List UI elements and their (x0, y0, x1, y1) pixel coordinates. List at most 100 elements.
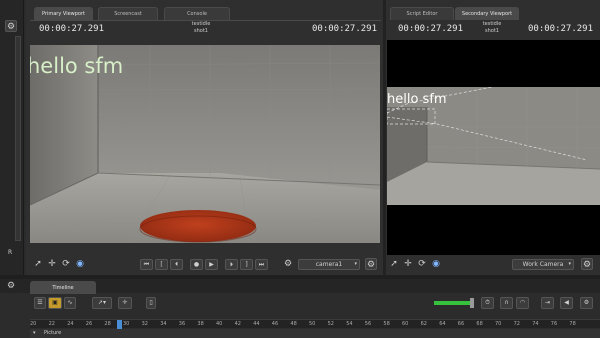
magnet-icon[interactable]: ∩ (500, 297, 513, 309)
tab-script-editor[interactable]: Script Editor (390, 7, 454, 20)
ruler-tick-label: 30 (123, 321, 130, 327)
secondary-options-icon[interactable]: ⚙ (581, 258, 593, 270)
ruler-tick-label: 52 (327, 321, 334, 327)
ruler-tick-label: 26 (85, 321, 93, 327)
timeline-panel: Timeline ⚙ ☰ ▣ ∿ ➚▾ ✛ ▯ ⏱ ∩ ◠ ⇥ ◀ ⚙ 20 22… (0, 279, 600, 338)
clip-editor-button[interactable]: ▣ (48, 297, 62, 309)
ruler-tick-label: 78 (569, 321, 576, 327)
primary-viewport-panel: Primary Viewport Screencast Console 00:0… (26, 0, 383, 275)
primary-session-name: testidle (191, 21, 211, 27)
move-tool-icon[interactable]: ✛ (402, 258, 414, 270)
collapse-icon[interactable]: ▾ (33, 330, 36, 336)
primary-shot-name: shot1 (194, 28, 208, 34)
track-view-button[interactable]: ☰ (34, 297, 46, 309)
gear-icon[interactable]: ⚙ (5, 20, 17, 32)
secondary-session-name: testidle (482, 21, 502, 27)
primary-camera-select[interactable]: camera1 ▾ (298, 259, 360, 270)
record-button[interactable]: ● (190, 259, 203, 270)
scale-tool-icon[interactable]: ◉ (430, 258, 442, 270)
select-mode-button[interactable]: ➚▾ (92, 297, 112, 309)
primary-viewport[interactable]: hello sfm (30, 45, 380, 243)
step-back-button[interactable]: ⏴ (170, 259, 183, 270)
ruler-tick-label: 56 (364, 321, 372, 327)
playhead-marker[interactable] (117, 320, 122, 329)
next-key-button[interactable]: ] (240, 259, 253, 270)
ruler-tick-label: 34 (160, 321, 167, 327)
select-tool-icon[interactable]: ➚ (32, 258, 44, 270)
secondary-overlay-text: hello sfm (387, 92, 447, 107)
ruler-tick-label: 66 (457, 321, 465, 327)
ruler-tick-label: 38 (197, 321, 204, 327)
primary-overlay-text: hello sfm (30, 54, 124, 78)
chevron-down-icon: ▾ (568, 261, 571, 267)
ruler-tick-label: 48 (290, 321, 297, 327)
ruler-tick-label: 60 (402, 321, 409, 327)
ruler-tick-label: 20 (30, 321, 37, 327)
secondary-camera-select[interactable]: Work Camera ▾ (512, 259, 574, 270)
move-tool-icon[interactable]: ✛ (46, 258, 58, 270)
timeline-ruler[interactable]: 20 22 24 26 28 30 32 34 36 38 40 42 44 46 48 50 52 54 56 58… (30, 319, 600, 329)
jump-start-button[interactable]: ⏮ (140, 259, 153, 270)
primary-camera-label: camera1 (315, 261, 343, 268)
ruler-tick-label: 68 (476, 321, 483, 327)
left-panel-scrollbar[interactable] (15, 36, 21, 241)
secondary-viewport[interactable]: hello sfm (387, 40, 600, 255)
left-panel: ⚙ R (0, 0, 24, 275)
rotate-tool-icon[interactable]: ⟳ (60, 258, 72, 270)
ruler-tick-label: 74 (532, 321, 539, 327)
primary-timecode-left: 00:00:27.291 (39, 24, 105, 34)
snap-button[interactable]: ⏱ (481, 297, 494, 309)
step-forward-button[interactable]: ⏵ (225, 259, 238, 270)
secondary-camera-label: Work Camera (522, 261, 564, 268)
graph-editor-button[interactable]: ∿ (64, 297, 76, 309)
ruler-tick-label: 32 (141, 321, 148, 327)
ruler-tick-label: 76 (550, 321, 558, 327)
ruler-tick-label: 22 (48, 321, 55, 327)
play-button[interactable]: ▶ (205, 259, 218, 270)
track-row[interactable]: ▾ Picture (30, 329, 600, 338)
track-label: Picture (44, 330, 62, 336)
ruler-ticks: 20 22 24 26 28 30 32 34 36 38 40 42 44 46 48 50 52 54 56 58… (30, 320, 600, 329)
ruler-tick-label: 64 (439, 321, 446, 327)
scale-tool-icon[interactable]: ◉ (74, 258, 86, 270)
ruler-tick-label: 42 (234, 321, 241, 327)
tab-timeline[interactable]: Timeline (30, 281, 96, 294)
primary-timecode-right: 00:00:27.291 (312, 24, 378, 34)
primary-options-icon[interactable]: ⚙ (365, 258, 377, 270)
select-tool-icon[interactable]: ➚ (388, 258, 400, 270)
tab-screencast[interactable]: Screencast (98, 7, 158, 20)
chevron-down-icon: ▾ (354, 261, 357, 267)
prev-key-button[interactable]: [ (155, 259, 168, 270)
primary-controls-bar: ➚ ✛ ⟳ ◉ ⏮ [ ⏴ ● ▶ ⏵ ] ⏭ ⚙ camera1 ▾ ⚙ (30, 255, 381, 274)
ruler-tick-label: 46 (271, 321, 279, 327)
volume-handle[interactable] (470, 298, 474, 308)
volume-slider[interactable] (434, 298, 474, 308)
left-panel-letter: R (8, 249, 13, 256)
secondary-viewport-panel: Script Editor Secondary Viewport 00:00:2… (386, 0, 600, 275)
ruler-tick-label: 58 (383, 321, 390, 327)
ruler-tick-label: 54 (346, 321, 353, 327)
ruler-tick-label: 24 (67, 321, 74, 327)
volume-fill (434, 301, 470, 305)
secondary-timecode-left: 00:00:27.291 (398, 24, 464, 34)
timeline-options-icon[interactable]: ⚙ (580, 297, 593, 309)
speaker-icon[interactable]: ◀ (560, 297, 573, 309)
tab-primary-viewport[interactable]: Primary Viewport (34, 7, 93, 20)
jump-end-button[interactable]: ⏭ (255, 259, 268, 270)
ruler-tick-label: 50 (309, 321, 316, 327)
ruler-tick-label: 70 (495, 321, 502, 327)
ruler-tick-label: 36 (178, 321, 186, 327)
secondary-controls-bar: ➚ ✛ ⟳ ◉ Work Camera ▾ ⚙ (386, 255, 600, 274)
headphones-icon[interactable]: ◠ (516, 297, 529, 309)
camera-settings-icon[interactable]: ⚙ (282, 258, 294, 270)
frame-next-button[interactable]: ⇥ (541, 297, 554, 309)
rotate-tool-icon[interactable]: ⟳ (416, 258, 428, 270)
timeline-gear-icon[interactable]: ⚙ (5, 280, 17, 292)
ruler-tick-label: 62 (420, 321, 427, 327)
ruler-tick-label: 72 (513, 321, 520, 327)
tab-console[interactable]: Console (164, 7, 230, 20)
ruler-tick-label: 28 (104, 321, 111, 327)
add-track-button[interactable]: ✛ (118, 297, 132, 309)
tab-secondary-viewport[interactable]: Secondary Viewport (455, 7, 519, 20)
bookmark-button[interactable]: ▯ (146, 297, 156, 309)
